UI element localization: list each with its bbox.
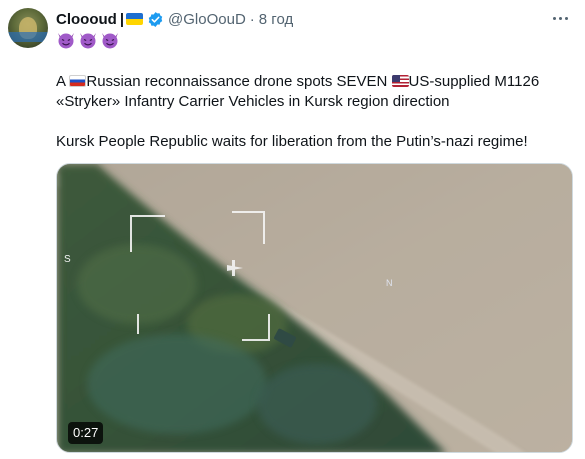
tweet-text: A Russian reconnaissance drone spots SEV… — [56, 72, 576, 152]
verified-badge-icon — [147, 11, 164, 28]
tweet-paragraph-1: A Russian reconnaissance drone spots SEV… — [56, 72, 576, 92]
smiling-devil-emoji-icon — [58, 33, 74, 49]
tweet-text-segment: US-supplied M1126 — [408, 73, 540, 90]
usa-flag-icon — [391, 75, 409, 87]
emoji-line — [56, 31, 120, 49]
author-display-name[interactable]: Clooоud — [56, 11, 117, 28]
tweet-timestamp[interactable]: 8 год — [259, 11, 293, 28]
tweet-paragraph-2: Kursk People Republic waits for liberati… — [56, 133, 528, 150]
smiling-devil-emoji-icon — [102, 33, 118, 49]
tweet-text-segment: Russian reconnaissance drone spots SEVEN — [86, 73, 392, 90]
tweet-text-segment: A — [56, 73, 70, 90]
russia-flag-icon — [69, 75, 87, 87]
tweet-paragraph-1-line-2: «Stryker» Infantry Carrier Vehicles in K… — [56, 93, 450, 110]
avatar-band — [8, 32, 48, 42]
video-duration-badge: 0:27 — [68, 422, 104, 444]
tweet-header: Clooоud | @GloOouD · 8 год — [56, 9, 293, 29]
header-dot-separator: · — [249, 10, 255, 28]
avatar[interactable] — [8, 8, 48, 48]
more-options-icon[interactable] — [545, 8, 575, 28]
hud-marker-right: N — [386, 278, 393, 288]
video-player[interactable]: S N 0:27 — [56, 163, 573, 453]
hud-marker-left: S — [64, 254, 71, 265]
drone-footage-frame: S N — [57, 164, 572, 452]
smiling-devil-emoji-icon — [80, 33, 96, 49]
author-handle[interactable]: @GloOouD — [168, 11, 246, 28]
author-name-separator: | — [119, 10, 125, 28]
ukraine-flag-icon — [126, 13, 144, 25]
